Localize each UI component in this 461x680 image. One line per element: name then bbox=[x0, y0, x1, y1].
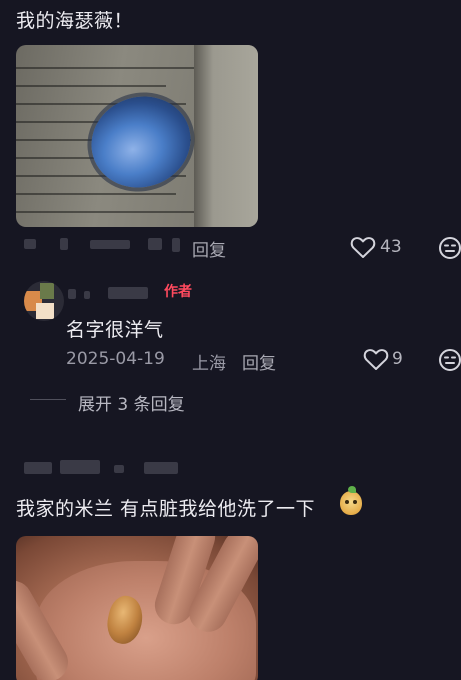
blurred-username bbox=[144, 462, 178, 474]
comment-image-hand-stone[interactable] bbox=[16, 536, 258, 680]
like-count: 43 bbox=[380, 237, 402, 257]
meh-face-icon[interactable] bbox=[438, 348, 461, 372]
comment-text: 我家的米兰 有点脏我给他洗了一下 bbox=[16, 498, 316, 520]
heart-outline-icon[interactable] bbox=[350, 236, 376, 260]
blurred-meta bbox=[24, 239, 36, 249]
comment-text: 我的海瑟薇！ bbox=[16, 10, 134, 32]
meerkat-sticker-icon bbox=[340, 486, 362, 515]
reply-location: 上海 bbox=[192, 354, 226, 374]
blurred-username bbox=[68, 289, 76, 299]
blurred-meta bbox=[90, 240, 130, 249]
moonstone bbox=[79, 83, 203, 201]
blurred-meta bbox=[172, 238, 180, 252]
blurred-meta bbox=[148, 238, 162, 250]
reply-date: 2025-04-19 bbox=[66, 349, 165, 369]
like-count: 9 bbox=[392, 349, 403, 369]
blurred-username bbox=[114, 465, 124, 473]
meh-face-icon[interactable] bbox=[438, 236, 461, 260]
expand-divider bbox=[30, 399, 66, 400]
reply-text: 名字很洋气 bbox=[66, 319, 164, 341]
expand-replies-button[interactable]: 展开 3 条回复 bbox=[78, 390, 185, 415]
comment-image-moonstone[interactable] bbox=[16, 45, 258, 227]
blurred-username bbox=[60, 460, 100, 474]
blurred-username bbox=[24, 462, 52, 474]
heart-outline-icon[interactable] bbox=[363, 348, 389, 372]
reply-button[interactable]: 回复 bbox=[242, 349, 276, 374]
avatar[interactable] bbox=[24, 281, 64, 321]
blurred-meta bbox=[60, 238, 68, 250]
blurred-username bbox=[84, 291, 90, 299]
author-tag: 作者 bbox=[164, 284, 192, 300]
reply-button[interactable]: 回复 bbox=[192, 236, 226, 261]
blurred-username bbox=[108, 287, 148, 299]
